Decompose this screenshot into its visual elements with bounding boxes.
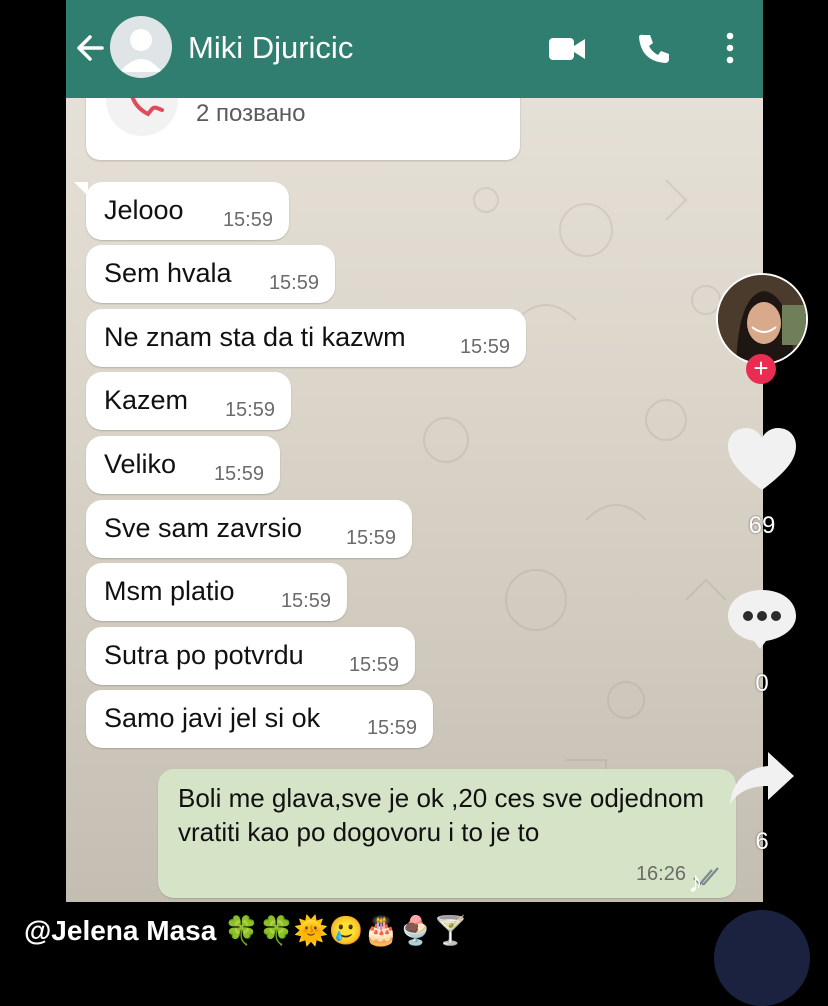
received-message[interactable]: Samo javi jel si ok 15:59 — [86, 690, 433, 748]
message-time: 15:59 — [345, 527, 396, 549]
received-message[interactable]: Ne znam sta da ti kazwm 15:59 — [86, 309, 526, 367]
shares-count: 6 — [755, 828, 769, 855]
message-text: Sem hvala — [104, 258, 232, 288]
received-message[interactable]: Kazem 15:59 — [86, 372, 291, 430]
message-time: 15:59 — [280, 590, 331, 612]
music-disc[interactable] — [714, 910, 810, 1006]
message-time: 15:59 — [222, 209, 273, 231]
message-text: Jelooo — [104, 195, 184, 225]
received-message[interactable]: Sutra po potvrdu 15:59 — [86, 627, 415, 685]
video-call-icon[interactable] — [548, 36, 586, 62]
received-message[interactable]: Msm platio 15:59 — [86, 563, 347, 621]
received-message[interactable]: Jelooo 15:59 — [86, 182, 289, 240]
message-text: Ne znam sta da ti kazwm — [104, 322, 406, 352]
back-arrow-icon[interactable] — [72, 30, 108, 66]
message-time: 15:59 — [348, 654, 399, 676]
contact-avatar[interactable] — [110, 16, 172, 78]
follow-button[interactable]: + — [746, 354, 776, 384]
message-time: 16:26 — [635, 863, 686, 885]
received-message[interactable]: Sem hvala 15:59 — [86, 245, 335, 303]
message-text: Boli me glava,sve je ok ,20 ces sve odje… — [178, 783, 705, 847]
comments-count: 0 — [755, 670, 769, 697]
message-time: 15:59 — [213, 463, 264, 485]
message-time: 15:59 — [459, 336, 510, 358]
chat-header: Miki Djuricic — [66, 0, 763, 98]
received-message[interactable]: Veliko 15:59 — [86, 436, 280, 494]
message-text: Sve sam zavrsio — [104, 513, 303, 543]
likes-count: 69 — [748, 512, 776, 539]
call-status: 2 позвано — [196, 100, 306, 127]
message-text: Msm platio — [104, 576, 235, 606]
received-message[interactable]: Sve sam zavrsio 15:59 — [86, 500, 412, 558]
more-options-icon[interactable] — [724, 32, 736, 64]
message-text: Veliko — [104, 449, 177, 479]
sent-message[interactable]: Boli me glava,sve je ok ,20 ces sve odje… — [158, 769, 736, 898]
message-time: 15:59 — [366, 717, 417, 739]
phone-call-icon[interactable] — [638, 32, 670, 64]
share-icon[interactable] — [728, 750, 796, 806]
comment-icon[interactable] — [726, 586, 798, 650]
message-text: Sutra po potvrdu — [104, 640, 304, 670]
message-text: Kazem — [104, 385, 189, 415]
creator-username[interactable]: @Jelena Masa 🍀🍀🌞🥲🎂🍨🍸 — [24, 914, 468, 947]
chat-screenshot: 2 позвано Jelooo 15:59 Sem hvala 15:59 N… — [66, 0, 763, 902]
message-time: 15:59 — [224, 399, 275, 421]
contact-name[interactable]: Miki Djuricic — [188, 30, 353, 66]
creator-avatar[interactable] — [716, 273, 808, 365]
message-text: Samo javi jel si ok — [104, 703, 321, 733]
music-note-icon: ♪ — [688, 866, 703, 899]
message-time: 15:59 — [268, 272, 319, 294]
heart-icon[interactable] — [726, 426, 798, 492]
